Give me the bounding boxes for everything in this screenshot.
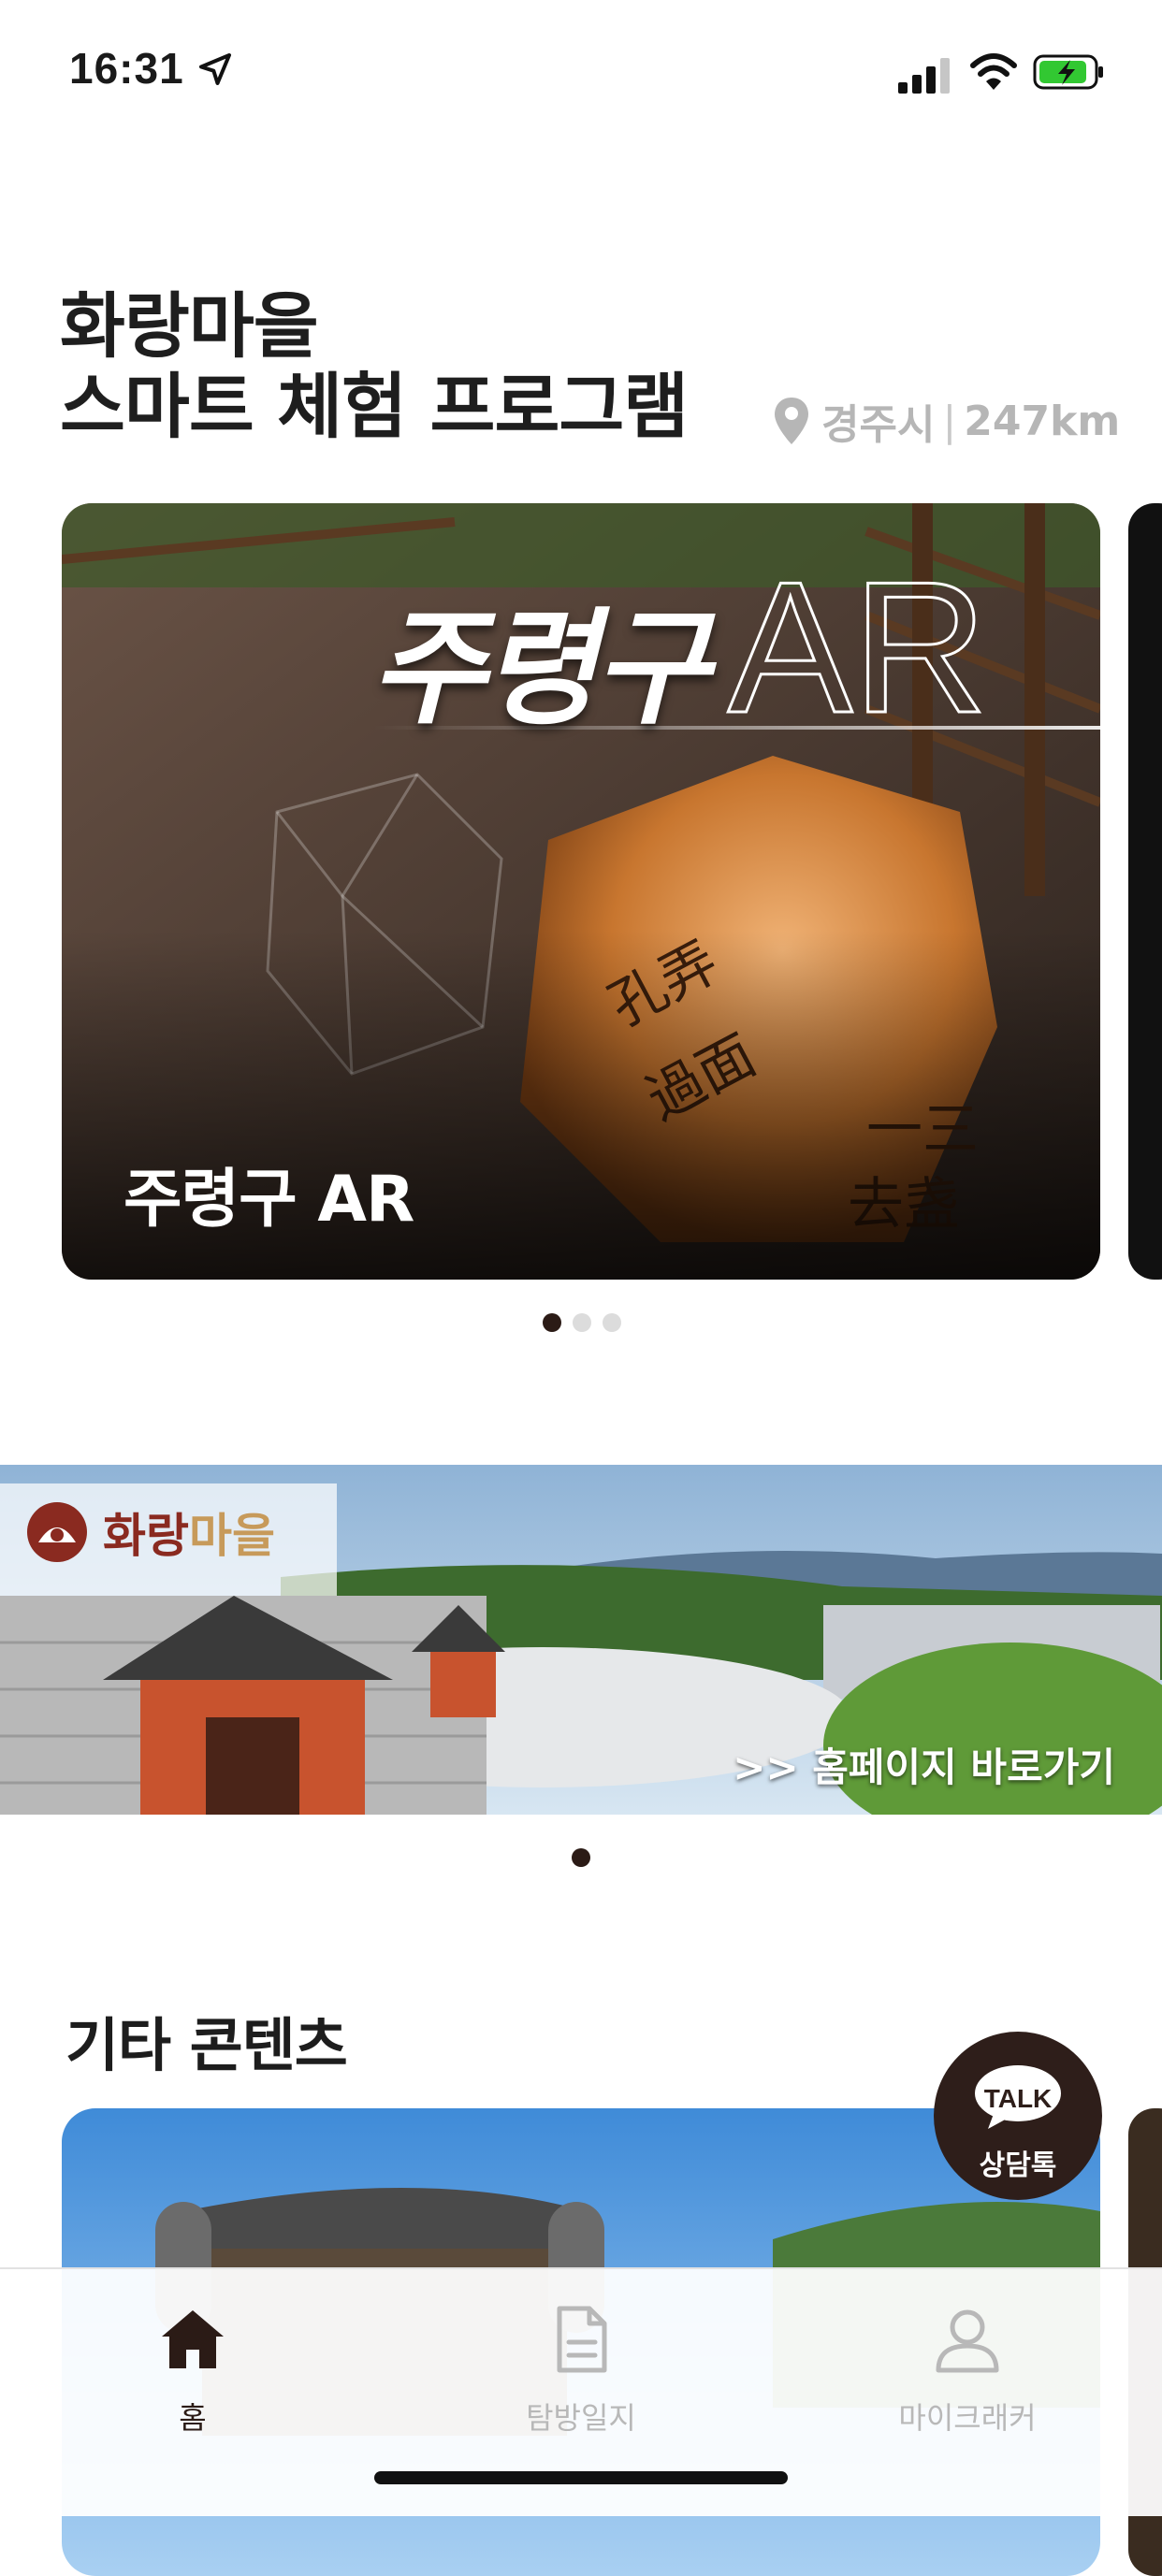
title-line-2: 스마트 체험 프로그램 — [60, 365, 689, 448]
battery-charging-icon — [1033, 54, 1103, 90]
banner-page-dot-1[interactable] — [572, 1848, 590, 1867]
location-pin-icon — [775, 398, 808, 444]
title-line-1: 화랑마을 — [60, 284, 319, 368]
page-title: 화랑마을 스마트 체험 프로그램 — [60, 284, 689, 448]
page-dot-1[interactable] — [543, 1313, 561, 1332]
tab-my-cracker[interactable]: 마이크래커 — [827, 2288, 1108, 2438]
counsel-talk-button[interactable]: TALK 상담톡 — [934, 2032, 1102, 2200]
logo-text-primary: 화랑 — [103, 1509, 189, 1563]
tab-exploration-log-label: 탐방일지 — [526, 2400, 636, 2436]
carousel-page-indicator — [543, 1313, 621, 1332]
home-icon — [162, 2310, 224, 2368]
tab-my-cracker-label: 마이크래커 — [898, 2400, 1037, 2436]
card-hero-ar: AR — [726, 543, 989, 754]
page-dot-3[interactable] — [603, 1313, 621, 1332]
cellular-signal-icon — [898, 58, 950, 94]
user-icon — [936, 2309, 999, 2373]
card-hero-title: 주령구 AR — [370, 541, 989, 756]
page-dot-2[interactable] — [573, 1313, 591, 1332]
logo-text: 화랑마을 — [103, 1498, 275, 1566]
home-indicator[interactable] — [374, 2471, 788, 2484]
card-hero-korean: 주령구 — [370, 596, 709, 742]
other-contents-title: 기타 콘텐츠 — [65, 2011, 348, 2079]
hwarang-village-logo: 화랑마을 — [24, 1498, 275, 1566]
talk-bubble-text: TALK — [983, 2084, 1053, 2113]
program-card-next[interactable] — [1128, 503, 1162, 1280]
program-card-ar[interactable]: 孔弄 過面 一三 去盏 주령구AR 주령구 AR — [62, 503, 1100, 1280]
status-time: 16:31 — [69, 44, 184, 93]
location-city: 경주시 — [821, 401, 936, 449]
location-distance: 247km — [964, 397, 1121, 445]
tab-home-label: 홈 — [179, 2400, 207, 2436]
logo-text-secondary: 마을 — [189, 1509, 275, 1563]
wifi-icon — [970, 53, 1017, 90]
tab-exploration-log[interactable]: 탐방일지 — [441, 2288, 721, 2438]
location-separator: | — [942, 397, 957, 445]
homepage-link[interactable]: >> 홈페이지 바로가기 — [733, 1736, 1115, 1793]
status-bar: 16:31 — [0, 0, 1162, 140]
talk-button-label: 상담톡 — [979, 2149, 1057, 2182]
location-info: 경주시 | 247km — [773, 391, 1120, 451]
location-arrow-icon — [199, 53, 231, 85]
document-icon — [557, 2306, 607, 2373]
card-label: 주령구 AR — [123, 1163, 414, 1237]
banner-page-indicator — [572, 1848, 590, 1867]
hwarang-emblem-icon — [27, 1502, 87, 1562]
homepage-banner[interactable]: 화랑마을 >> 홈페이지 바로가기 — [0, 1465, 1162, 1815]
tab-home[interactable]: 홈 — [52, 2288, 333, 2438]
